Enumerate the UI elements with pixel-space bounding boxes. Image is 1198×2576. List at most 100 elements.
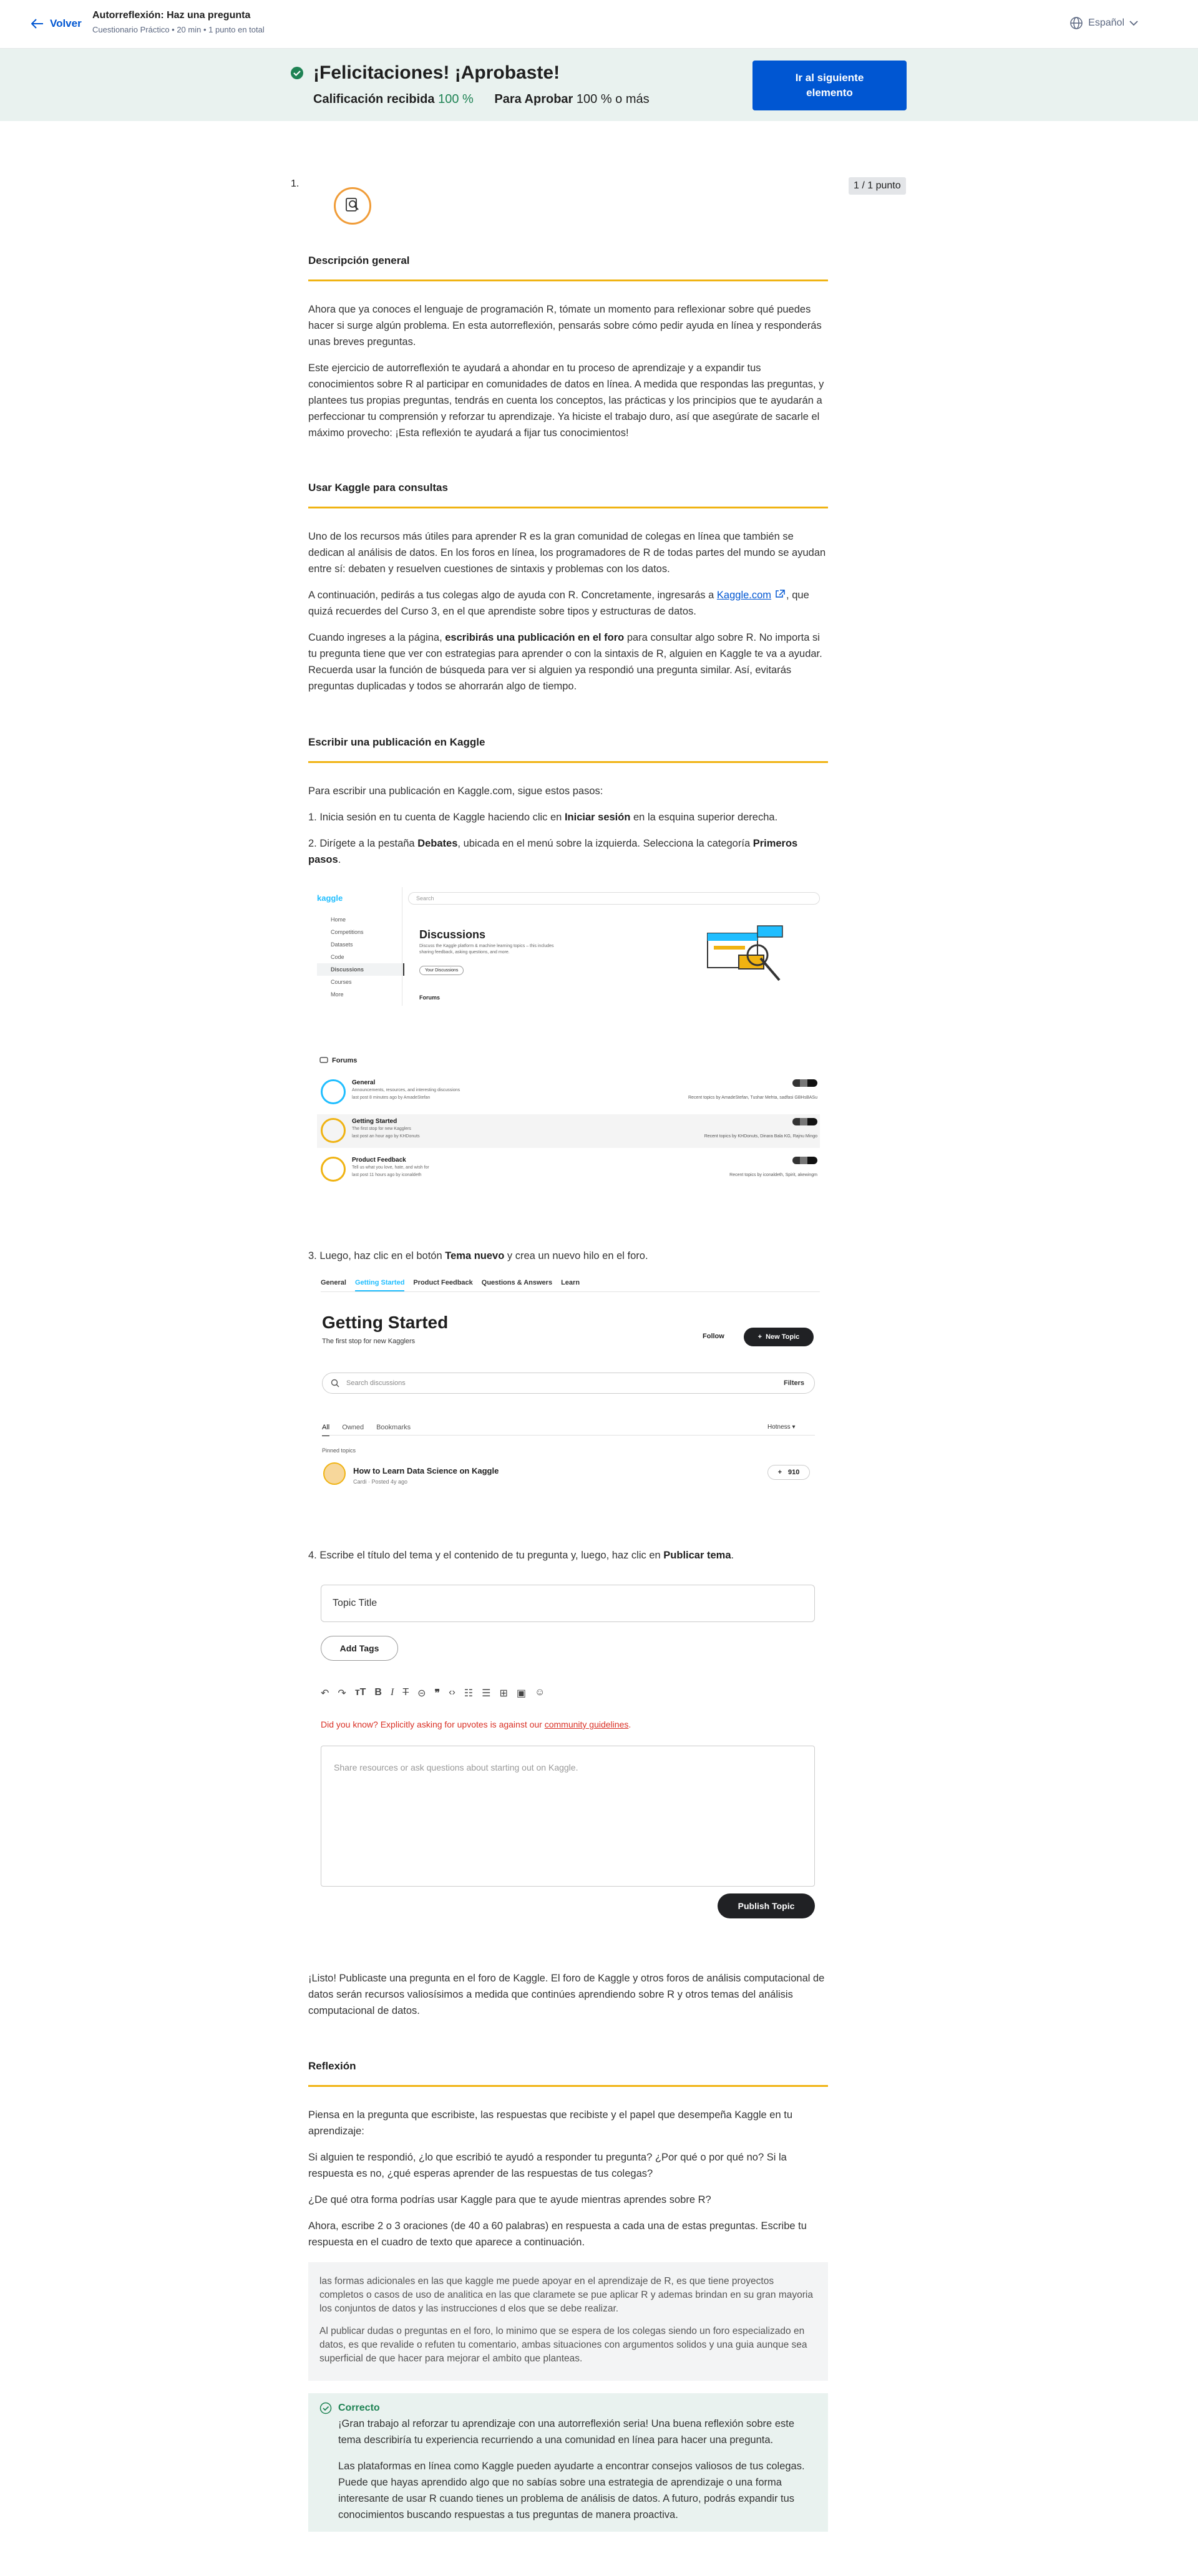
- discussions-illustration: [707, 925, 783, 981]
- disc-title: Discussions: [419, 928, 486, 941]
- back-button[interactable]: Volver: [31, 17, 82, 30]
- kaggle-nav-item: Discussions: [317, 963, 404, 976]
- kaggle-nav-item: Datasets: [331, 941, 353, 948]
- reflection-p2: Si alguien te respondió, ¿lo que escribi…: [308, 2152, 787, 2179]
- reflection-p3: ¿De qué otra forma podrías usar Kaggle p…: [308, 2194, 711, 2205]
- topic-title-field: Topic Title: [321, 1585, 815, 1622]
- publish-topic-button: Publish Topic: [718, 1893, 815, 1918]
- reflection-logo: [334, 187, 371, 225]
- section-heading-overview: Descripción general: [308, 255, 828, 281]
- subtab: Owned: [342, 1424, 364, 1431]
- forum-meta: last post 8 minutes ago by AmadeStefan: [352, 1096, 431, 1100]
- redo-icon: ↷: [338, 1688, 346, 1699]
- reflection-p4: Ahora, escribe 2 o 3 oraciones (de 40 a …: [308, 2220, 807, 2248]
- kaggle-getting-started-screenshot: General Getting Started Product Feedback Qu…: [308, 1273, 829, 1495]
- kaggle-p3: Cuando ingreses a la página, escribirás …: [308, 632, 822, 692]
- bullet-list-icon: ☰: [482, 1688, 491, 1699]
- author-avatar: [323, 1462, 346, 1485]
- back-label: Volver: [50, 17, 82, 29]
- pass-banner: [0, 49, 1198, 121]
- language-label: Español: [1088, 17, 1124, 28]
- top-bar: Volver Autorreflexión: Haz una pregunta …: [0, 0, 1198, 49]
- section-heading-post: Escribir una publicación en Kaggle: [308, 736, 828, 763]
- forum-title: General: [352, 1079, 376, 1086]
- forum-recent: Recent topics by KHDonuts, Dinara Bala K…: [704, 1134, 817, 1139]
- kaggle-nav-item: Code: [331, 954, 344, 960]
- kaggle-p1: Uno de los recursos más útiles para apre…: [308, 531, 826, 575]
- forum-title: Getting Started: [352, 1118, 397, 1125]
- pinned-topic-meta: Cardi · Posted 4y ago: [353, 1479, 408, 1485]
- question-number: 1.: [291, 178, 300, 189]
- editor-toolbar: ↶ ↷ тT B I T ⊝ ❞ ‹› ☷ ☰ ⊞ ▣ ☺: [321, 1687, 545, 1699]
- search-discussions: Search discussions Filters: [322, 1373, 815, 1394]
- step-2: 2. Dirígete a la pestaña Debates, ubicad…: [308, 838, 798, 865]
- image-icon: ▣: [516, 1688, 526, 1699]
- chat-icon: [319, 1057, 328, 1063]
- pass-label: Para Aprobar: [494, 92, 573, 106]
- answer-textbox[interactable]: las formas adicionales en las que kaggle…: [308, 2262, 828, 2381]
- step-4: 4. Escribe el título del tema y el conte…: [308, 1550, 734, 1561]
- answer-p1: las formas adicionales en las que kaggle…: [319, 2276, 813, 2314]
- forum-avatars: [792, 1118, 817, 1125]
- guidelines-warning: Did you know? Explicitly asking for upvo…: [321, 1719, 631, 1729]
- overview-p2: Este ejercicio de autorreflexión te ayud…: [308, 362, 824, 439]
- sort-hotness: Hotness ▾: [767, 1424, 796, 1431]
- forum-desc: Announcements, resources, and interestin…: [352, 1088, 460, 1092]
- forum-meta: last post an hour ago by KHDonuts: [352, 1134, 420, 1139]
- ordered-list-icon: ☷: [464, 1688, 474, 1699]
- your-discussions-button: Your Discussions: [419, 966, 464, 975]
- item-title: Autorreflexión: Haz una pregunta: [92, 10, 251, 21]
- step-1: 1. Inicia sesión en tu cuenta de Kaggle …: [308, 812, 778, 823]
- answer-p2: Al publicar dudas o preguntas en el foro…: [319, 2326, 807, 2364]
- subtab: Bookmarks: [376, 1424, 411, 1431]
- feedback-title: Correcto: [338, 2403, 380, 2413]
- language-selector[interactable]: Español: [1069, 16, 1138, 30]
- quote-icon: ❞: [434, 1688, 441, 1699]
- pass-value: 100 % o más: [576, 92, 650, 106]
- forum-avatars: [792, 1157, 817, 1164]
- forum-icon: [321, 1157, 346, 1182]
- subtab: All: [322, 1424, 330, 1436]
- topic-body-field: Share resources or ask questions about s…: [321, 1746, 815, 1887]
- step-3: 3. Luego, haz clic en el botón Tema nuev…: [308, 1250, 648, 1261]
- emoji-icon: ☺: [534, 1687, 545, 1698]
- new-topic-button: + New Topic: [744, 1328, 814, 1346]
- forum-desc: The first stop for new Kagglers: [352, 1127, 411, 1131]
- points-badge: 1 / 1 punto: [849, 177, 906, 195]
- feedback-title-row: Correcto: [319, 2402, 817, 2414]
- item-info: Autorreflexión: Haz una pregunta Cuestio…: [92, 10, 265, 34]
- forum-avatars: [792, 1079, 817, 1087]
- forum-meta: last post 11 hours ago by iconaldeth: [352, 1173, 422, 1177]
- forum-icon: [321, 1079, 346, 1104]
- check-circle-icon: [291, 67, 303, 79]
- follow-button: Follow: [703, 1333, 724, 1340]
- section-heading-kaggle: Usar Kaggle para consultas: [308, 482, 828, 508]
- heading-icon: тT: [354, 1687, 366, 1698]
- gs-title: Getting Started: [322, 1313, 449, 1332]
- check-circle-outline-icon: [319, 2402, 332, 2414]
- italic-icon: I: [390, 1687, 394, 1698]
- disc-desc: Discuss the Kaggle platform & machine le…: [419, 944, 554, 955]
- kaggle-link[interactable]: Kaggle.com: [717, 590, 771, 601]
- grade-row: Calificación recibida 100 % Para Aprobar…: [313, 92, 650, 107]
- magnifier-doc-icon: [346, 198, 359, 211]
- bold-icon: B: [374, 1687, 382, 1698]
- forum-tab: Getting Started: [354, 1279, 405, 1291]
- search-icon: [331, 1379, 339, 1388]
- next-item-button[interactable]: Ir al siguiente elemento: [752, 61, 907, 110]
- forums-label: Forums: [419, 994, 441, 1001]
- forum-icon: [321, 1118, 346, 1143]
- done-paragraph: ¡Listo! Publicaste una pregunta en el fo…: [308, 1973, 825, 2016]
- kaggle-search: Search: [408, 892, 820, 905]
- kaggle-nav-item: Home: [331, 916, 346, 923]
- undo-icon: ↶: [321, 1688, 329, 1699]
- add-tags-button: Add Tags: [321, 1636, 398, 1661]
- forum-tabs: General Getting Started Product Feedback Qu…: [321, 1279, 580, 1291]
- kaggle-forums-screenshot: Forums General Announcements, resources, …: [308, 1048, 829, 1192]
- table-icon: ⊞: [499, 1688, 508, 1699]
- forum-row: Product Feedback Tell us what you love, h…: [317, 1153, 820, 1187]
- reflection-p1: Piensa en la pregunta que escribiste, la…: [308, 2109, 793, 2137]
- forum-recent: Recent topics by AmadeStefan, Tushar Meh…: [688, 1096, 817, 1100]
- section-heading-reflection: Reflexión: [308, 2060, 828, 2087]
- forums-heading: Forums: [319, 1057, 357, 1064]
